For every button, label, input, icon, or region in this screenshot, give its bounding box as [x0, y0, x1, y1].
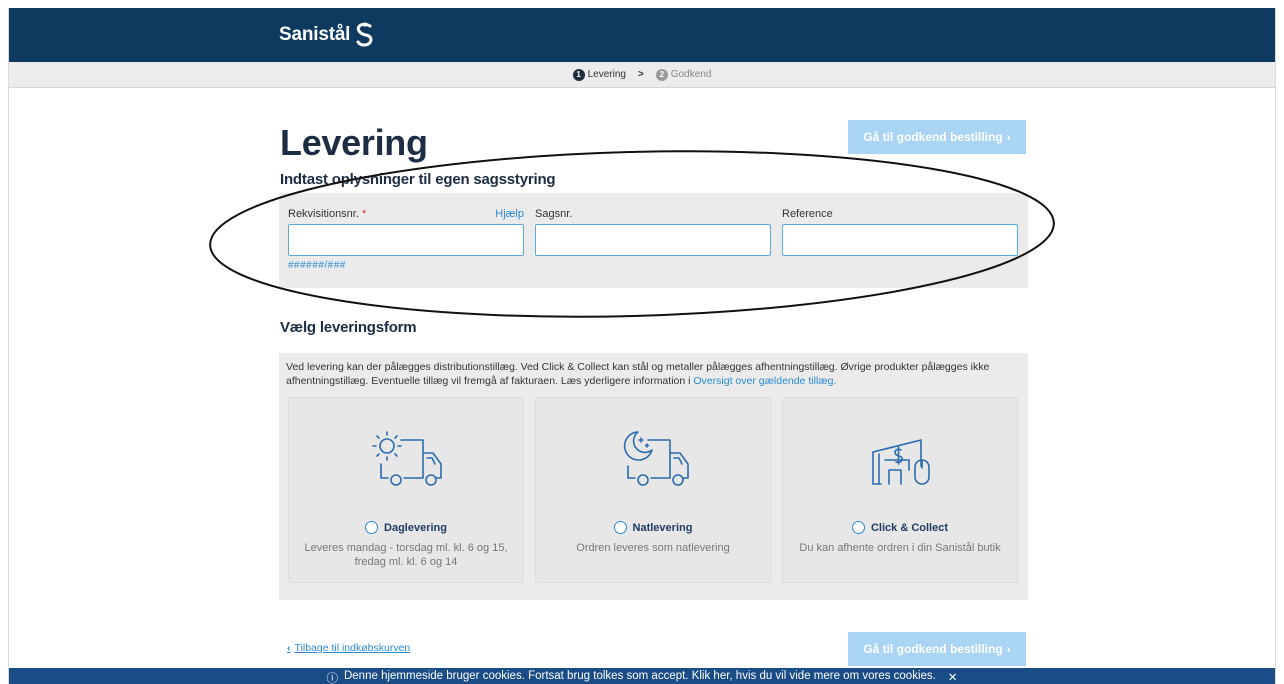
requisition-label: Rekvisitionsnr. *: [288, 208, 367, 220]
delivery-section-heading: Vælg leveringsform: [280, 319, 417, 336]
radio-daglevering[interactable]: [365, 521, 379, 534]
radio-click-collect[interactable]: [851, 521, 865, 534]
brand-name: Sanistål: [279, 24, 351, 45]
step-number: 1: [572, 68, 585, 81]
requisition-format-hint: ######/###: [288, 260, 346, 271]
back-to-cart-link[interactable]: ‹ Tilbage til indkøbskurven: [287, 642, 410, 654]
case-number-input[interactable]: [535, 224, 771, 256]
requisition-field: Rekvisitionsnr. * Hjælp ######/###: [288, 208, 524, 271]
page-title: Levering: [280, 122, 428, 163]
brand-logo[interactable]: Sanistål: [279, 22, 376, 48]
delivery-panel: Ved levering kan der pålægges distributi…: [279, 353, 1028, 600]
cookie-banner[interactable]: ⓘ Denne hjemmeside bruger cookies. Forts…: [9, 668, 1275, 684]
reference-field: Reference: [782, 208, 1018, 256]
reference-label: Reference: [782, 208, 833, 220]
go-to-approve-button-top[interactable]: Gå til godkend bestilling ›: [848, 120, 1026, 154]
option-name: Daglevering: [384, 521, 447, 534]
delivery-info-text: Ved levering kan der pålægges distributi…: [286, 361, 990, 387]
top-header: Sanistål: [9, 8, 1275, 62]
close-icon[interactable]: ✕: [948, 670, 958, 684]
option-name: Natlevering: [632, 521, 693, 534]
case-form-panel: Rekvisitionsnr. * Hjælp ######/### Sagsn…: [279, 193, 1028, 288]
case-number-field: Sagsnr.: [535, 208, 771, 256]
surcharge-overview-link[interactable]: Oversigt over gældende tillæg.: [693, 375, 836, 387]
option-description: Du kan afhente ordren i din Sanistål but…: [799, 542, 1001, 554]
option-card-daglevering[interactable]: Daglevering Leveres mandag - torsdag ml.…: [288, 397, 524, 583]
checkout-steps: 1 Levering > 2 Godkend: [9, 62, 1275, 88]
option-description: Leveres mandag - torsdag ml. kl. 6 og 15…: [304, 542, 508, 568]
help-link[interactable]: Hjælp: [495, 208, 524, 220]
page-frame: Sanistål 1 Levering > 2 Godkend Levering…: [8, 8, 1276, 684]
option-description: Ordren leveres som natlevering: [576, 542, 730, 554]
info-icon: ⓘ: [326, 673, 338, 684]
radio-natlevering[interactable]: [613, 521, 627, 534]
chevron-left-icon: ‹: [287, 642, 291, 654]
option-card-click-collect[interactable]: Click & Collect Du kan afhente ordren i …: [782, 397, 1018, 583]
go-to-approve-button-bottom[interactable]: Gå til godkend bestilling ›: [848, 632, 1026, 666]
case-section-heading: Indtast oplysninger til egen sagsstyring: [280, 171, 556, 188]
click-and-collect-store-icon: [872, 439, 930, 485]
reference-input[interactable]: [782, 224, 1018, 256]
chevron-right-icon: ›: [1006, 642, 1011, 656]
step-levering[interactable]: 1 Levering: [572, 68, 626, 81]
step-label: Godkend: [670, 69, 712, 80]
required-marker: *: [361, 208, 367, 220]
step-chevron-icon: >: [637, 69, 644, 80]
sanistal-s-logo-icon: [356, 22, 373, 47]
back-to-cart-label: Tilbage til indkøbskurven: [294, 642, 411, 654]
requisition-input[interactable]: [288, 224, 524, 256]
day-delivery-truck-icon: [372, 431, 442, 486]
step-number: 2: [655, 68, 668, 81]
night-delivery-truck-icon: [623, 431, 689, 486]
button-label: Gå til godkend bestilling: [863, 642, 1003, 656]
step-label: Levering: [587, 69, 626, 80]
step-godkend[interactable]: 2 Godkend: [655, 68, 712, 81]
case-number-label: Sagsnr.: [535, 208, 573, 220]
option-name: Click & Collect: [870, 521, 949, 534]
option-card-natlevering[interactable]: Natlevering Ordren leveres som natleveri…: [535, 397, 771, 583]
chevron-right-icon: ›: [1006, 130, 1011, 144]
button-label: Gå til godkend bestilling: [863, 130, 1003, 144]
cookie-text: Denne hjemmeside bruger cookies. Fortsat…: [343, 670, 936, 682]
